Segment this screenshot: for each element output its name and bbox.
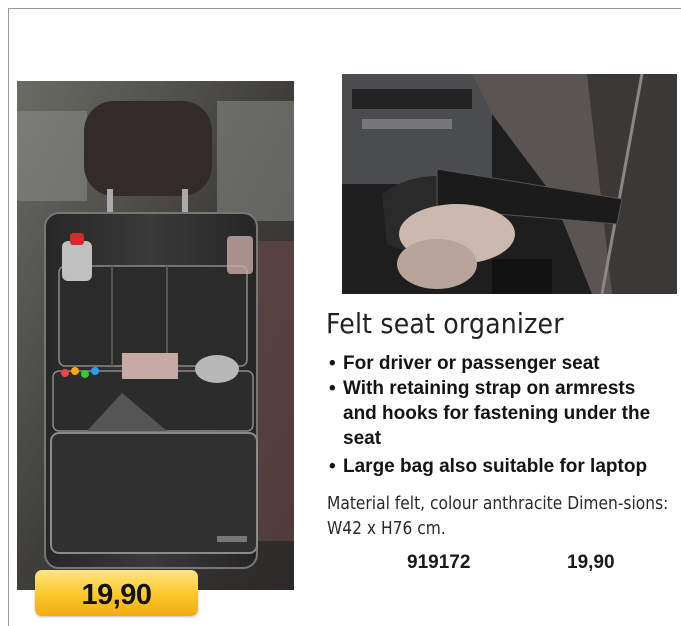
product-main-photo (17, 81, 294, 590)
page-frame-left (8, 8, 9, 626)
feature-item: • With retaining strap on armrests and h… (329, 376, 655, 451)
feature-item: • Large bag also suitable for laptop (329, 454, 674, 479)
feature-text: With retaining strap on armrests and hoo… (343, 378, 651, 449)
feature-text: Large bag also suitable for laptop (343, 456, 648, 477)
price-badge: 19,90 (35, 570, 198, 616)
feature-item: • For driver or passenger seat (329, 351, 674, 376)
product-description: Material felt, colour anthracite Dimen-s… (327, 493, 669, 539)
page-frame-top (8, 8, 681, 9)
feature-list: • For driver or passenger seat • With re… (329, 351, 674, 479)
article-number: 919172 (407, 552, 471, 573)
price-badge-value: 19,90 (81, 579, 152, 611)
bullet-icon: • (329, 353, 336, 374)
product-price: 19,90 (567, 552, 615, 573)
product-title: Felt seat organizer (326, 307, 564, 340)
product-detail-photo (342, 74, 677, 294)
bullet-icon: • (329, 456, 336, 477)
feature-text: For driver or passenger seat (343, 353, 600, 374)
bullet-icon: • (329, 378, 336, 399)
